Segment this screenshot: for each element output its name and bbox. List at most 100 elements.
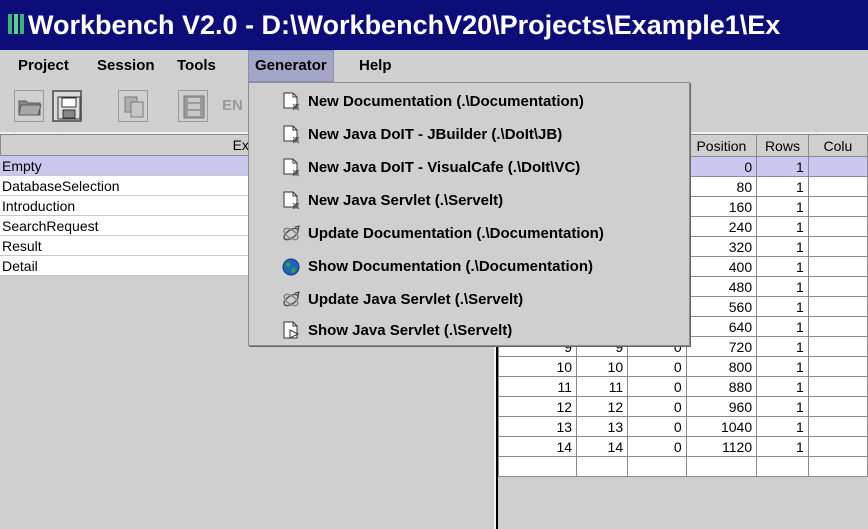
table-cell[interactable] <box>807 176 868 197</box>
table-cell[interactable]: 880 <box>685 376 758 397</box>
table-cell[interactable] <box>807 276 868 297</box>
table-cell[interactable]: 480 <box>685 276 758 297</box>
table-cell[interactable]: 0 <box>627 416 687 437</box>
table-cell[interactable]: 0 <box>627 376 687 397</box>
table-cell[interactable]: 1 <box>756 316 809 337</box>
table-cell[interactable]: 1 <box>756 296 809 317</box>
table-cell[interactable] <box>807 316 868 337</box>
copy-button[interactable] <box>118 90 148 122</box>
open-folder-button[interactable] <box>14 90 44 122</box>
table-cell[interactable]: 1 <box>756 216 809 237</box>
table-cell[interactable]: 1 <box>756 156 809 177</box>
menu-item-new-java-servlet[interactable]: New Java Servlet (.\Servelt) <box>249 184 689 217</box>
menu-item-label: Show Java Servlet (.\Servelt) <box>308 322 513 339</box>
table-cell[interactable] <box>807 336 868 357</box>
table-cell[interactable]: 400 <box>685 256 758 277</box>
column-header-position[interactable]: Position <box>685 134 758 157</box>
menu-generator[interactable]: Generator <box>248 50 334 82</box>
table-cell[interactable]: 1 <box>756 356 809 377</box>
table-cell[interactable]: 11 <box>576 376 629 397</box>
menu-session[interactable]: Session <box>91 50 161 82</box>
table-cell[interactable]: 1 <box>756 436 809 457</box>
table-row[interactable]: 10 10 0 800 1 <box>498 356 868 377</box>
table-cell[interactable] <box>807 356 868 377</box>
table-cell[interactable]: 12 <box>498 396 578 417</box>
menu-help[interactable]: Help <box>353 50 398 82</box>
menu-item-label: New Java DoIT - JBuilder (.\DoIt\JB) <box>308 126 563 143</box>
column-header-rows[interactable]: Rows <box>756 134 809 157</box>
table-cell[interactable]: 14 <box>576 436 629 457</box>
column-header-columns[interactable]: Colu <box>807 134 868 157</box>
table-cell[interactable]: 1120 <box>685 436 758 457</box>
table-cell[interactable]: 11 <box>498 376 578 397</box>
table-cell[interactable]: 320 <box>685 236 758 257</box>
table-cell[interactable] <box>756 456 809 477</box>
table-cell[interactable] <box>807 396 868 417</box>
menu-project[interactable]: Project <box>12 50 75 82</box>
table-cell[interactable] <box>498 456 578 477</box>
table-cell[interactable]: 1 <box>756 176 809 197</box>
table-row[interactable]: 11 11 0 880 1 <box>498 376 868 397</box>
menu-item-label: Show Documentation (.\Documentation) <box>308 258 593 275</box>
table-cell[interactable]: 14 <box>498 436 578 457</box>
menu-item-label: New Java DoIT - VisualCafe (.\DoIt\VC) <box>308 159 581 176</box>
menu-bar: Project Session Tools Generator Help <box>0 50 868 82</box>
table-cell[interactable] <box>807 376 868 397</box>
table-cell[interactable]: 10 <box>498 356 578 377</box>
menu-item-new-java-doit-visualcafe[interactable]: New Java DoIT - VisualCafe (.\DoIt\VC) <box>249 151 689 184</box>
table-cell[interactable]: 1 <box>756 196 809 217</box>
table-cell[interactable] <box>807 196 868 217</box>
filmstrip-icon <box>183 95 205 119</box>
table-cell[interactable]: 1 <box>756 336 809 357</box>
table-cell[interactable]: 0 <box>627 436 687 457</box>
table-cell[interactable]: 13 <box>576 416 629 437</box>
table-cell[interactable]: 1 <box>756 376 809 397</box>
table-cell[interactable]: 720 <box>685 336 758 357</box>
menu-item-show-java-servlet[interactable]: Show Java Servlet (.\Servelt) <box>249 314 689 347</box>
menu-item-update-java-servlet[interactable]: Update Java Servlet (.\Servelt) <box>249 283 689 316</box>
table-cell[interactable]: 640 <box>685 316 758 337</box>
table-cell[interactable] <box>807 416 868 437</box>
table-cell[interactable] <box>807 256 868 277</box>
table-cell[interactable]: 960 <box>685 396 758 417</box>
table-cell[interactable]: 1040 <box>685 416 758 437</box>
table-row[interactable] <box>498 456 868 477</box>
table-cell[interactable]: 1 <box>756 236 809 257</box>
table-cell[interactable] <box>807 436 868 457</box>
app-icon <box>8 13 24 34</box>
table-cell[interactable] <box>807 456 868 477</box>
table-cell[interactable]: 800 <box>685 356 758 377</box>
table-cell[interactable] <box>685 456 758 477</box>
filmstrip-button[interactable] <box>178 90 208 122</box>
table-cell[interactable]: 80 <box>685 176 758 197</box>
table-cell[interactable]: 10 <box>576 356 629 377</box>
table-cell[interactable]: 160 <box>685 196 758 217</box>
table-cell[interactable]: 560 <box>685 296 758 317</box>
table-cell[interactable]: 1 <box>756 396 809 417</box>
table-cell[interactable]: 1 <box>756 416 809 437</box>
table-cell[interactable]: 240 <box>685 216 758 237</box>
table-cell[interactable] <box>807 236 868 257</box>
menu-item-update-documentation[interactable]: Update Documentation (.\Documentation) <box>249 217 689 250</box>
table-cell[interactable]: 0 <box>627 396 687 417</box>
table-cell[interactable] <box>807 296 868 317</box>
table-cell[interactable] <box>627 456 687 477</box>
table-cell[interactable]: 0 <box>685 156 758 177</box>
table-row[interactable]: 14 14 0 1120 1 <box>498 436 868 457</box>
table-cell[interactable]: 1 <box>756 276 809 297</box>
table-cell[interactable]: 1 <box>756 256 809 277</box>
table-cell[interactable]: 12 <box>576 396 629 417</box>
table-row[interactable]: 13 13 0 1040 1 <box>498 416 868 437</box>
table-row[interactable]: 12 12 0 960 1 <box>498 396 868 417</box>
table-cell[interactable] <box>807 216 868 237</box>
menu-item-new-java-doit-jbuilder[interactable]: New Java DoIT - JBuilder (.\DoIt\JB) <box>249 118 689 151</box>
menu-tools[interactable]: Tools <box>171 50 222 82</box>
menu-item-show-documentation[interactable]: Show Documentation (.\Documentation) <box>249 250 689 283</box>
table-cell[interactable]: 0 <box>627 356 687 377</box>
save-button[interactable] <box>52 90 82 122</box>
menu-item-new-documentation[interactable]: New Documentation (.\Documentation) <box>249 85 689 118</box>
table-cell[interactable]: 13 <box>498 416 578 437</box>
menu-item-label: Update Documentation (.\Documentation) <box>308 225 604 242</box>
table-cell[interactable] <box>807 156 868 177</box>
table-cell[interactable] <box>576 456 629 477</box>
